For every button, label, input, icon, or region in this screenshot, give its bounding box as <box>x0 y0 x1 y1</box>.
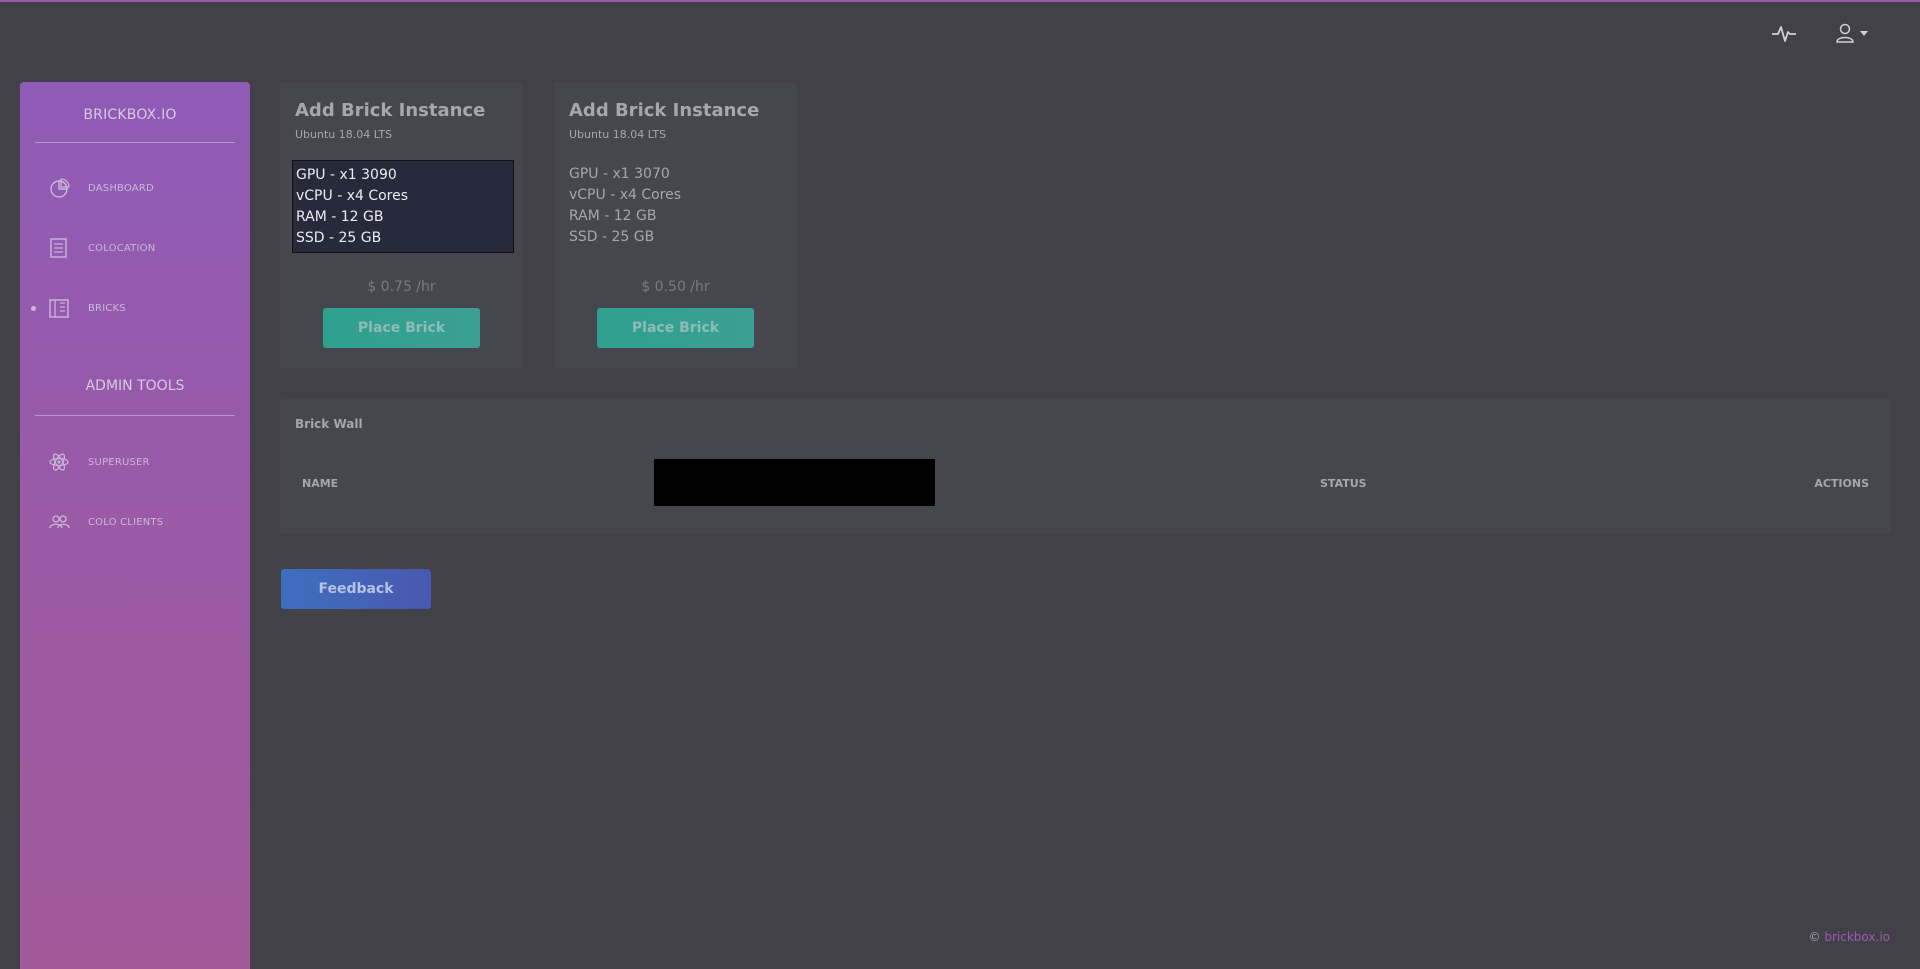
spec-gpu: GPU - x1 3070 <box>569 166 670 182</box>
spec-list: GPU - x1 3090 vCPU - x4 Cores RAM - 12 G… <box>292 160 514 253</box>
sidebar-item-label: BRICKS <box>88 302 126 314</box>
spec-gpu: GPU - x1 3090 <box>296 167 397 183</box>
spec-list: GPU - x1 3070 vCPU - x4 Cores RAM - 12 G… <box>566 160 788 253</box>
price-label: $ 0.50 /hr <box>641 279 710 295</box>
user-menu-button[interactable] <box>1834 20 1874 46</box>
feedback-button[interactable]: Feedback <box>281 569 431 609</box>
redacted-block <box>654 459 935 506</box>
column-header-name: NAME <box>302 477 339 490</box>
brick-wall-title: Brick Wall <box>295 417 363 431</box>
footer-link[interactable]: brickbox.io <box>1824 930 1890 944</box>
place-brick-button[interactable]: Place Brick <box>323 308 480 348</box>
card-title: Add Brick Instance <box>295 100 486 121</box>
atom-icon <box>49 453 69 471</box>
document-icon <box>50 238 67 258</box>
copyright-symbol: © <box>1808 930 1821 944</box>
user-icon <box>1836 23 1854 43</box>
sidebar-item-colo-clients[interactable]: COLO CLIENTS <box>20 502 250 542</box>
users-icon <box>49 515 70 529</box>
spec-vcpu: vCPU - x4 Cores <box>569 187 682 203</box>
sidebar-item-colocation[interactable]: COLOCATION <box>20 228 250 268</box>
admin-tools-heading: ADMIN TOOLS <box>85 378 185 394</box>
footer: © brickbox.io <box>1809 930 1890 944</box>
pie-chart-icon <box>50 178 70 198</box>
spec-ssd: SSD - 25 GB <box>296 230 382 246</box>
brand-logo-text[interactable]: BRICKBOX.IO <box>20 107 240 123</box>
sidebar-item-label: COLO CLIENTS <box>88 516 164 528</box>
brick-instance-card-3070: Add Brick Instance Ubuntu 18.04 LTS GPU … <box>554 82 797 368</box>
sidebar-item-superuser[interactable]: SUPERUSER <box>20 442 250 482</box>
column-header-status: STATUS <box>1320 477 1367 490</box>
sidebar-divider <box>35 415 235 416</box>
card-subtitle: Ubuntu 18.04 LTS <box>295 128 393 141</box>
card-subtitle: Ubuntu 18.04 LTS <box>569 128 667 141</box>
brick-wall-panel: Brick Wall NAME STATUS ACTIONS <box>280 399 1891 534</box>
sidebar-item-label: DASHBOARD <box>88 182 154 194</box>
sidebar-item-label: SUPERUSER <box>88 456 150 468</box>
spec-ssd: SSD - 25 GB <box>569 229 655 245</box>
chevron-down-icon <box>1860 30 1868 36</box>
sidebar-divider <box>35 142 235 143</box>
card-title: Add Brick Instance <box>569 100 760 121</box>
building-icon <box>49 299 69 318</box>
sidebar: BRICKBOX.IO DASHBOARD COLOCATION BRICKS … <box>20 82 250 969</box>
price-label: $ 0.75 /hr <box>367 279 436 295</box>
spec-ram: RAM - 12 GB <box>296 209 384 225</box>
sidebar-item-bricks[interactable]: BRICKS <box>20 288 250 328</box>
spec-ram: RAM - 12 GB <box>569 208 657 224</box>
sidebar-item-dashboard[interactable]: DASHBOARD <box>20 168 250 208</box>
brick-instance-card-3090: Add Brick Instance Ubuntu 18.04 LTS GPU … <box>280 82 523 368</box>
pulse-icon[interactable] <box>1770 22 1798 46</box>
spec-vcpu: vCPU - x4 Cores <box>296 188 409 204</box>
active-indicator <box>31 305 36 311</box>
column-header-actions: ACTIONS <box>1814 477 1869 490</box>
place-brick-button[interactable]: Place Brick <box>597 308 754 348</box>
sidebar-item-label: COLOCATION <box>88 242 156 254</box>
